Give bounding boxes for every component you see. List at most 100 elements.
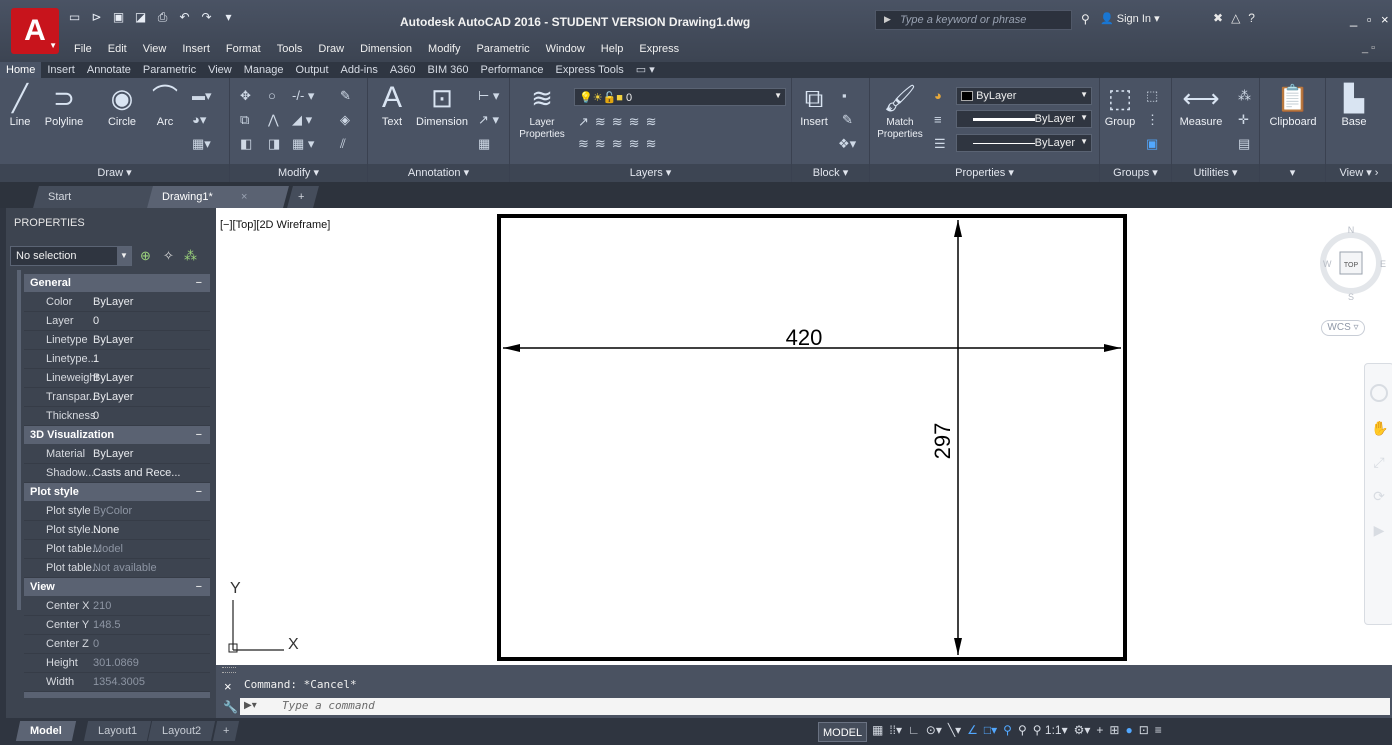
menu-express[interactable]: Express xyxy=(631,42,687,56)
annotation-visibility-icon[interactable]: ⚲ xyxy=(1003,723,1012,737)
text-button[interactable]: A Text xyxy=(374,82,410,129)
property-row[interactable]: Shadow... Casts and Rece... xyxy=(24,464,210,483)
properties-panel-title[interactable]: Properties ▾ xyxy=(870,164,1099,182)
object-snap-tracking-icon[interactable]: ∠ xyxy=(967,723,978,737)
property-row[interactable]: Linetype... 1 xyxy=(24,350,210,369)
vertical-dimension-text[interactable]: 297 xyxy=(930,423,955,460)
toggle-pickadd-icon[interactable]: ⊕ xyxy=(140,248,151,264)
utilities-panel-title[interactable]: Utilities ▾ xyxy=(1172,164,1259,182)
property-row[interactable]: Height 301.0869 xyxy=(24,654,210,673)
leader-icon[interactable]: ↗ ▾ xyxy=(478,112,499,128)
section-header[interactable]: 3D Visualization − xyxy=(24,426,210,444)
property-row[interactable]: Linetype ByLayer xyxy=(24,331,210,350)
line-button[interactable]: ╱ Line xyxy=(4,82,36,128)
group-button[interactable]: ⬚ Group xyxy=(1102,82,1138,128)
close-icon[interactable]: × xyxy=(224,679,232,694)
property-row[interactable]: Transpar... ByLayer xyxy=(24,388,210,407)
circle-button[interactable]: ◉ Circle xyxy=(104,82,140,128)
menu-edit[interactable]: Edit xyxy=(100,42,135,56)
fullscreen-icon[interactable]: ⊡ xyxy=(1139,723,1149,737)
property-row[interactable]: Plot table... Not available xyxy=(24,559,210,578)
property-row[interactable]: Lineweight ByLayer xyxy=(24,369,210,388)
a360-icon[interactable]: △ xyxy=(1231,11,1240,25)
palette-scrollbar[interactable] xyxy=(17,270,21,610)
polyline-button[interactable]: ⊃ Polyline xyxy=(36,82,92,128)
property-row[interactable]: Center X 210 xyxy=(24,597,210,616)
new-tab-button[interactable]: + xyxy=(287,186,319,208)
viewcube[interactable]: TOP N S W E xyxy=(1320,223,1390,303)
zoom-extents-icon[interactable]: ⤢ xyxy=(1371,454,1387,470)
linear-dim-icon[interactable]: ⊢ ▾ xyxy=(478,88,499,104)
workspace-gear-icon[interactable]: ⚙▾ xyxy=(1074,723,1091,737)
ungroup-icon[interactable]: ⬚ xyxy=(1146,88,1158,104)
tab-add-ins[interactable]: Add-ins xyxy=(335,62,384,78)
clipboard-panel-title[interactable]: ▾ xyxy=(1260,164,1325,182)
property-row[interactable]: Thickness 0 xyxy=(24,407,210,426)
erase-icon[interactable]: ✎ xyxy=(340,88,351,104)
property-row[interactable]: Plot table... Model xyxy=(24,540,210,559)
redo-icon[interactable]: ↷ xyxy=(198,10,215,25)
annotation-monitor-icon[interactable]: + xyxy=(1096,723,1103,737)
selection-dropdown[interactable]: No selection ▼ xyxy=(10,246,132,266)
layers-panel-title[interactable]: Layers ▾ xyxy=(510,164,791,182)
add-layout-button[interactable]: + xyxy=(212,721,240,741)
collapse-icon[interactable]: − xyxy=(196,274,202,292)
property-row[interactable]: Color ByLayer xyxy=(24,293,210,312)
help-icon[interactable]: ? xyxy=(1248,11,1255,25)
tab-drawing1[interactable]: Drawing1* × xyxy=(147,186,289,208)
property-row[interactable]: Center Y 148.5 xyxy=(24,616,210,635)
annotation-scale-icon[interactable]: ⚲ 1:1▾ xyxy=(1033,723,1068,737)
property-row[interactable]: Layer 0 xyxy=(24,312,210,331)
dimension-button[interactable]: ⊡ Dimension xyxy=(414,82,470,128)
menu-tools[interactable]: Tools xyxy=(269,42,311,56)
quick-select-icon[interactable]: ⁂ xyxy=(1238,88,1251,104)
offset-icon[interactable]: ⫽ xyxy=(340,136,346,152)
sign-in-button[interactable]: 👤 Sign In ▾ xyxy=(1100,12,1160,25)
object-snap-icon[interactable]: □▾ xyxy=(984,723,997,737)
section-header[interactable]: View − xyxy=(24,578,210,596)
rectangle-icon[interactable]: ▬▾ xyxy=(192,88,212,104)
explode-icon[interactable]: ◈ xyxy=(340,112,350,128)
orbit-icon[interactable]: ⟳ xyxy=(1371,488,1387,504)
layer-properties-button[interactable]: ≋ Layer Properties xyxy=(516,82,568,140)
tab-bim360[interactable]: BIM 360 xyxy=(422,62,475,78)
arc-button[interactable]: ⌒ Arc xyxy=(146,82,184,128)
tab-performance[interactable]: Performance xyxy=(475,62,550,78)
menu-file[interactable]: File xyxy=(66,42,100,56)
menu-window[interactable]: Window xyxy=(538,42,593,56)
palette-title-strip[interactable] xyxy=(0,208,6,718)
draw-panel-title[interactable]: Draw ▾ xyxy=(0,164,229,182)
stretch-icon[interactable]: ◧ xyxy=(240,136,252,152)
command-line-grip[interactable] xyxy=(222,667,236,673)
document-window-controls[interactable]: _ ▫ xyxy=(1362,42,1375,54)
window-controls[interactable]: _ ▫ × xyxy=(1350,12,1392,27)
tab-a360[interactable]: A360 xyxy=(384,62,422,78)
collapse-icon[interactable]: − xyxy=(196,426,202,444)
mirror-icon[interactable]: ⋀ xyxy=(268,112,279,128)
menu-format[interactable]: Format xyxy=(218,42,269,56)
tab-insert[interactable]: Insert xyxy=(41,62,81,78)
lineweight-dropdown[interactable]: ByLayer ▼ xyxy=(956,110,1092,128)
print-icon[interactable]: ⎙ xyxy=(154,10,171,25)
property-row[interactable]: Material ByLayer xyxy=(24,445,210,464)
menu-modify[interactable]: Modify xyxy=(420,42,468,56)
modify-panel-title[interactable]: Modify ▾ xyxy=(230,164,367,182)
calculator-icon[interactable]: ▤ xyxy=(1238,136,1250,152)
gradient-icon[interactable]: ▦▾ xyxy=(192,136,211,152)
customization-icon[interactable]: ≡ xyxy=(1155,723,1162,737)
auto-scale-icon[interactable]: ⚲ xyxy=(1018,723,1027,737)
property-row[interactable]: Plot style... None xyxy=(24,521,210,540)
scale-icon[interactable]: ◨ xyxy=(268,136,280,152)
annotation-panel-title[interactable]: Annotation ▾ xyxy=(368,164,509,182)
layer-tools-row2-icon[interactable]: ≋≋≋≋≋ xyxy=(578,136,662,152)
property-row[interactable]: Plot style ByColor xyxy=(24,502,210,521)
command-input[interactable]: Type a command xyxy=(240,698,1390,715)
property-row[interactable]: Width 1354.3005 xyxy=(24,673,210,692)
edit-block-icon[interactable]: ✎ xyxy=(842,112,853,128)
tab-output[interactable]: Output xyxy=(290,62,335,78)
tab-start[interactable]: Start xyxy=(33,186,163,208)
exchange-apps-icon[interactable]: ✖ xyxy=(1213,11,1223,25)
save-icon[interactable]: ▣ xyxy=(110,10,127,25)
move-icon[interactable]: ✥ xyxy=(240,88,251,104)
trim-icon[interactable]: -/- ▾ xyxy=(292,88,314,104)
